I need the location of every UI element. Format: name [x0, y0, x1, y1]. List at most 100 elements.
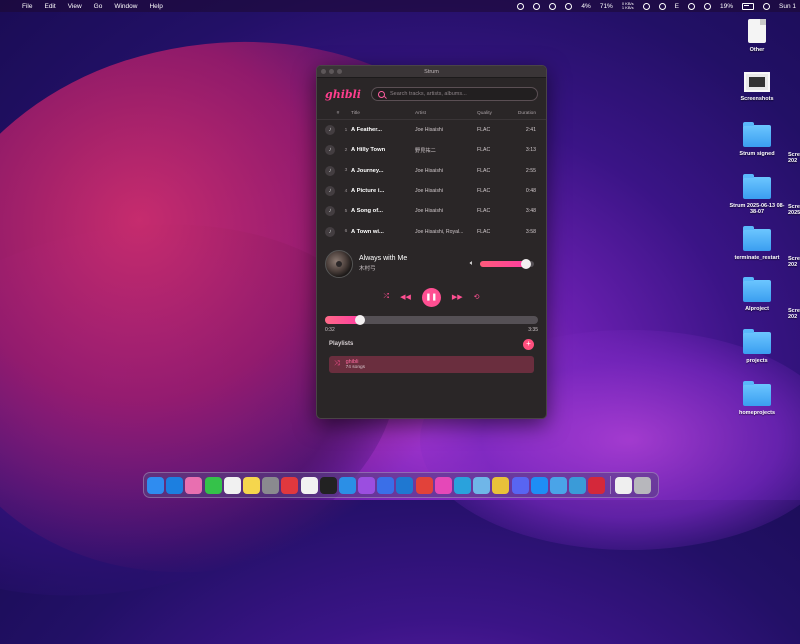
desktop-item[interactable]: Strum signed	[727, 122, 787, 157]
desktop-item[interactable]: Other	[727, 19, 787, 53]
progress-bar[interactable]	[325, 314, 538, 325]
playlist-icon: ⤨	[334, 360, 340, 368]
battery-icon[interactable]	[742, 2, 754, 10]
volume-slider[interactable]	[480, 258, 534, 269]
track-row[interactable]: ♪ 4 A Picture i... Joe Hisaishi FLAC 0:48	[317, 181, 546, 201]
elapsed-time: 0:32	[325, 326, 335, 333]
track-row[interactable]: ♪ 2 A Hilly Town 野見祐二 FLAC 3:13	[317, 140, 546, 160]
memory-readout[interactable]: 71%	[600, 3, 613, 10]
title-bar[interactable]: Strum	[317, 66, 546, 78]
track-row[interactable]: ♪ 1 A Feather... Joe Hisaishi FLAC 2:41	[317, 120, 546, 140]
settings-icon[interactable]	[262, 476, 280, 494]
speaker-icon[interactable]: 🔈︎	[470, 260, 474, 268]
menu-edit[interactable]: Edit	[44, 3, 55, 10]
strum-icon[interactable]	[434, 476, 452, 494]
track-quality: FLAC	[477, 188, 491, 195]
music-record-icon[interactable]	[281, 476, 299, 494]
column-header-number[interactable]: #	[325, 111, 351, 116]
desktop-item-partial[interactable]: Scre 202	[788, 256, 800, 268]
next-icon[interactable]: ▶▶	[452, 293, 463, 301]
menubar-clock[interactable]: Sun 1	[779, 3, 796, 10]
menu-file[interactable]: File	[22, 3, 32, 10]
status-clock-icon[interactable]	[687, 2, 695, 10]
status-plus-icon[interactable]	[517, 2, 525, 10]
desktop-item-partial[interactable]: Scre 202	[788, 308, 800, 320]
menu-go[interactable]: Go	[94, 3, 103, 10]
track-number: 1	[344, 127, 348, 133]
photos-icon[interactable]	[185, 476, 203, 494]
discord-icon[interactable]	[511, 476, 529, 494]
battery-percent[interactable]: 19%	[720, 3, 733, 10]
folder-icon	[743, 329, 771, 354]
notes-icon[interactable]	[242, 476, 260, 494]
preview-icon[interactable]	[473, 476, 491, 494]
desktop-item[interactable]: homeprojects	[727, 381, 787, 416]
shuffle-icon[interactable]: ⤮	[383, 293, 389, 301]
column-header-title[interactable]: Title	[351, 111, 415, 116]
net-down-text: 1 KB/s	[621, 5, 634, 10]
repeat-icon[interactable]: ⟲	[474, 293, 480, 301]
desktop-item-partial[interactable]: Scre 202	[788, 152, 800, 164]
desktop-item[interactable]: Screenshots	[727, 72, 787, 102]
volume-knob[interactable]	[520, 258, 531, 269]
desktop-item[interactable]: AIproject	[727, 277, 787, 312]
search-icon	[378, 90, 385, 98]
folder-icon	[743, 381, 771, 406]
finder-icon[interactable]	[147, 476, 164, 494]
network-readout[interactable]: 0 KB/s 1 KB/s	[622, 2, 634, 10]
trash-icon[interactable]	[633, 476, 651, 494]
status-record-icon[interactable]	[549, 2, 557, 10]
desktop-item[interactable]: Strum 2025-06-13 08-38-07	[727, 174, 787, 215]
control-center-icon[interactable]	[763, 2, 770, 10]
album-art[interactable]	[325, 249, 353, 278]
track-row[interactable]: ♪ 3 A Journey... Joe Hisaishi FLAC 2:55	[317, 161, 546, 181]
vscode-icon[interactable]	[396, 476, 414, 494]
track-row[interactable]: ♪ 6 A Town wi... Joe Hisaishi, Royal... F…	[317, 221, 546, 241]
track-title: A Feather...	[351, 127, 383, 134]
messages-icon[interactable]	[204, 476, 222, 494]
xcode-store-icon[interactable]	[377, 476, 395, 494]
strum-window: Strum ghibli # Title Artist Quality Dura…	[316, 65, 547, 419]
telegram-icon[interactable]	[454, 476, 471, 494]
photo-browser-icon[interactable]	[549, 476, 567, 494]
track-title: A Song of...	[351, 208, 383, 215]
desktop-item[interactable]: projects	[727, 329, 787, 364]
search-box[interactable]	[371, 87, 538, 101]
playlist-item[interactable]: ⤨ ghibli 74 songs	[329, 355, 534, 373]
chrome-icon[interactable]	[492, 476, 510, 494]
progress-knob[interactable]	[355, 314, 366, 325]
status-dropbox-icon[interactable]	[533, 2, 541, 10]
status-app-icon[interactable]	[642, 2, 650, 10]
safari-icon[interactable]	[166, 476, 184, 494]
column-header-artist[interactable]: Artist	[415, 111, 477, 116]
pen-app-icon[interactable]	[569, 476, 587, 494]
input-source-indicator[interactable]: E	[675, 3, 679, 10]
menu-help[interactable]: Help	[149, 3, 162, 10]
column-header-duration[interactable]: Duration	[517, 111, 538, 116]
menu-view[interactable]: View	[68, 3, 82, 10]
red-app-icon[interactable]	[588, 476, 606, 494]
desktop-item-partial[interactable]: Scre 2025	[788, 204, 800, 216]
previous-icon[interactable]: ◀◀	[400, 293, 411, 301]
track-title: A Journey...	[351, 167, 384, 174]
status-shield-icon[interactable]	[565, 2, 573, 10]
search-input[interactable]	[390, 91, 530, 97]
wifi-off-icon[interactable]	[703, 2, 711, 10]
docker-icon[interactable]	[338, 476, 356, 494]
desktop-item[interactable]: terminate_restart	[727, 226, 787, 261]
column-header-quality[interactable]: Quality	[477, 111, 517, 116]
status-sync-icon[interactable]	[658, 2, 666, 10]
intellij-icon[interactable]	[415, 476, 433, 494]
notion-icon[interactable]	[300, 476, 318, 494]
podcasts-icon[interactable]	[358, 476, 376, 494]
desktop-item-label: homeprojects	[738, 410, 776, 416]
track-row[interactable]: ♪ 5 A Song of... Joe Hisaishi FLAC 3:48	[317, 201, 546, 221]
document-icon[interactable]	[614, 476, 632, 494]
pause-button[interactable]: ❚❚	[421, 287, 441, 307]
terminal-icon[interactable]	[319, 476, 337, 494]
menu-window[interactable]: Window	[114, 3, 137, 10]
appstore-icon[interactable]	[530, 476, 548, 494]
cpu-readout[interactable]: 4%	[581, 3, 590, 10]
reminders-icon[interactable]	[223, 476, 241, 494]
add-playlist-button[interactable]: +	[523, 338, 534, 350]
